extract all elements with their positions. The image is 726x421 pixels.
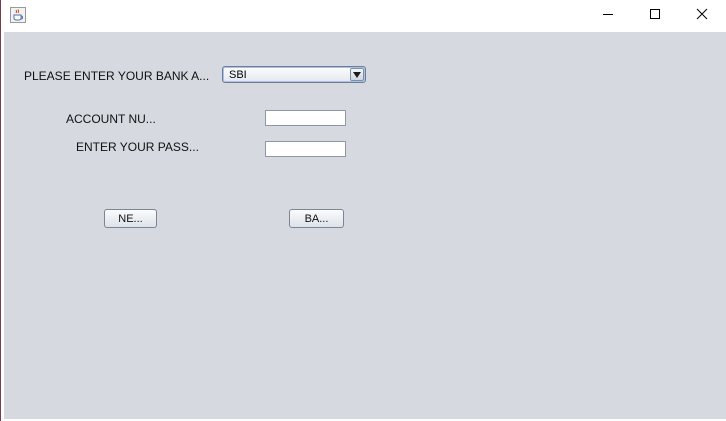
close-icon [696,7,708,25]
java-coffee-cup-icon [10,7,26,23]
account-number-label: ACCOUNT NU... [66,112,156,126]
minimize-icon [602,7,614,25]
minimize-button[interactable] [585,0,631,32]
bank-select[interactable]: SBI [222,66,366,83]
app-window: PLEASE ENTER YOUR BANK A... SBI ACCOUNT … [0,0,726,421]
account-number-field[interactable] [265,110,346,126]
next-button[interactable]: NE... [104,209,157,228]
close-button[interactable] [679,0,725,32]
back-button[interactable]: BA... [289,209,344,228]
bank-select-value: SBI [229,69,247,81]
title-bar[interactable] [1,0,726,32]
password-field[interactable] [265,141,346,157]
form-panel: PLEASE ENTER YOUR BANK A... SBI ACCOUNT … [4,32,726,419]
maximize-icon [649,7,661,25]
dropdown-arrow-icon[interactable] [350,68,364,81]
password-label: ENTER YOUR PASS... [76,140,199,154]
bank-label: PLEASE ENTER YOUR BANK A... [24,69,210,83]
maximize-button[interactable] [632,0,678,32]
